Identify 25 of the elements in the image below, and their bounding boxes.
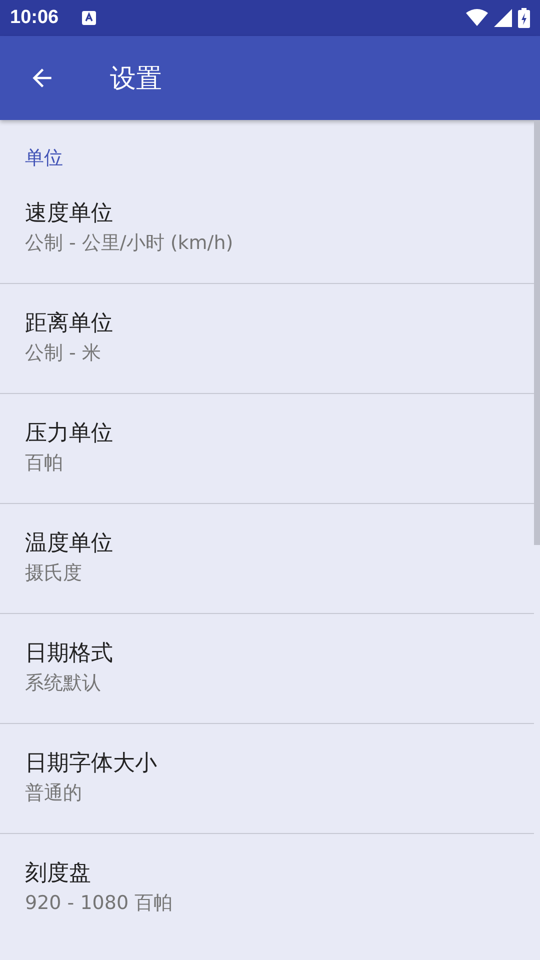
signal-icon (494, 9, 512, 27)
setting-summary: 百帕 (25, 451, 64, 476)
setting-summary: 920 - 1080 百帕 (25, 891, 174, 916)
battery-charging-icon (518, 8, 530, 28)
wifi-icon (466, 9, 488, 27)
setting-summary: 公制 - 米 (25, 341, 102, 366)
setting-title: 温度单位 (25, 530, 114, 558)
setting-title: 刻度盘 (25, 860, 92, 888)
setting-title: 压力单位 (25, 420, 114, 448)
setting-title: 速度单位 (25, 200, 114, 228)
settings-item[interactable]: 日期格式 系统默认 (0, 614, 534, 724)
setting-summary: 系统默认 (25, 671, 102, 696)
section-header: 单位 (24, 146, 64, 171)
setting-summary: 摄氏度 (25, 561, 83, 586)
setting-title: 日期格式 (25, 640, 114, 668)
setting-title: 距离单位 (25, 310, 114, 338)
setting-summary: 普通的 (25, 781, 83, 806)
status-time: 10:06 (10, 7, 59, 29)
settings-item[interactable]: 日期字体大小 普通的 (0, 724, 534, 834)
keyboard-notification-icon (80, 10, 97, 26)
settings-item[interactable]: 温度单位 摄氏度 (0, 504, 534, 614)
settings-item[interactable]: 刻度盘 920 - 1080 百帕 (0, 834, 534, 944)
setting-summary: 公制 - 公里/小时 (km/h) (25, 231, 234, 256)
screen-title: 设置 (110, 62, 162, 96)
setting-title: 日期字体大小 (25, 750, 158, 778)
